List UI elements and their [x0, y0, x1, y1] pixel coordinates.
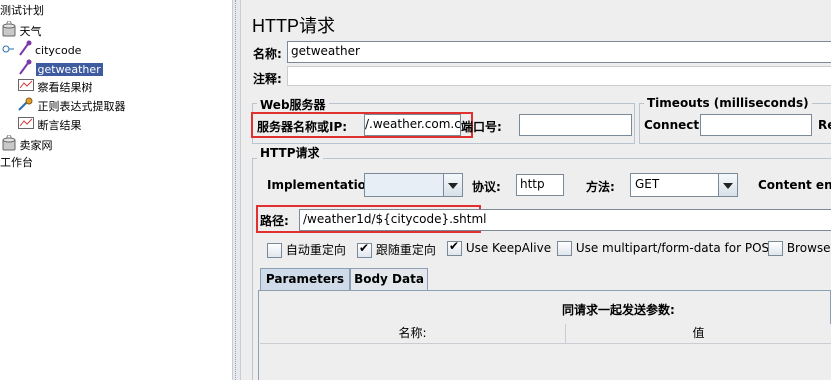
keepalive-checkbox[interactable]	[447, 239, 462, 256]
timeouts-group-title: Timeouts (milliseconds)	[644, 96, 812, 110]
regex-extractor-icon	[18, 97, 34, 117]
connect-timeout-field[interactable]	[700, 114, 812, 136]
tree-item-label: 天气	[19, 25, 42, 38]
tree-item-citycode[interactable]: citycode	[2, 40, 81, 58]
path-label: 路径:	[260, 214, 289, 228]
tree-item-test-plan[interactable]: 测试计划	[0, 2, 44, 20]
web-server-group-title: Web服务器	[257, 96, 329, 113]
column-header-value[interactable]: 值	[566, 324, 831, 344]
port-field[interactable]	[519, 114, 632, 136]
page-title: HTTP请求	[252, 16, 335, 36]
option-keepalive[interactable]: Use KeepAlive	[447, 239, 552, 256]
option-label: Use KeepAlive	[465, 241, 552, 255]
tree-item-label: 正则表达式提取器	[37, 100, 126, 113]
implementation-select[interactable]	[364, 173, 463, 197]
tree-item-assertion-results[interactable]: 断言结果	[18, 116, 82, 134]
tab-parameters[interactable]: Parameters	[260, 268, 350, 291]
comment-label: 注释:	[253, 72, 282, 86]
tree-item-label: 察看结果树	[37, 81, 93, 94]
tree-item-label: 工作台	[0, 156, 33, 169]
tree-item-getweather[interactable]: getweather	[18, 59, 104, 77]
tab-body-data[interactable]: Body Data	[350, 268, 428, 290]
option-label: Browser	[786, 241, 831, 255]
content-encoding-label: Content enco	[758, 178, 831, 192]
tree-item-label-selected: getweather	[34, 62, 104, 77]
name-field[interactable]: getweather	[287, 41, 831, 63]
method-label: 方法:	[586, 180, 615, 194]
follow-redirects-checkbox[interactable]	[357, 241, 372, 258]
option-follow-redirects[interactable]: 跟随重定向	[357, 241, 436, 258]
implementation-label: Implementation:	[267, 178, 380, 192]
params-heading: 同请求一起发送参数:	[562, 303, 675, 317]
tree-item-label: 测试计划	[0, 4, 44, 17]
tree-item-seller-net[interactable]: 卖家网	[2, 134, 53, 153]
server-label: 服务器名称或IP:	[257, 120, 348, 134]
http-request-panel: HTTP请求 名称: getweather 注释: Web服务器 服务器名称或I…	[241, 0, 831, 380]
pane-splitter[interactable]	[232, 0, 241, 380]
option-multipart[interactable]: Use multipart/form-data for POST	[557, 241, 776, 256]
chevron-down-icon[interactable]	[718, 174, 737, 196]
browser-checkbox[interactable]	[768, 241, 783, 256]
comment-field[interactable]	[287, 66, 831, 86]
option-auto-redirect[interactable]: 自动重定向	[267, 241, 346, 258]
connect-label: Connect:	[644, 118, 704, 132]
column-header-name[interactable]: 名称:	[260, 324, 566, 344]
tree-item-label: 卖家网	[19, 139, 53, 152]
auto-redirect-checkbox[interactable]	[267, 243, 282, 258]
option-label: 跟随重定向	[375, 243, 436, 257]
protocol-field[interactable]: http	[516, 174, 564, 196]
name-label: 名称:	[253, 47, 282, 61]
path-field[interactable]: /weather1d/${citycode}.shtml	[299, 209, 831, 231]
method-value: GET	[635, 177, 660, 191]
tree-item-regex-extractor[interactable]: 正则表达式提取器	[18, 97, 126, 115]
test-plan-tree: 测试计划 天气 citycode getweather 察看结果树 正则表达式提…	[0, 0, 232, 380]
chevron-down-icon[interactable]	[443, 174, 462, 196]
option-label: 自动重定向	[285, 243, 346, 257]
http-request-group-title: HTTP请求	[257, 144, 323, 161]
assertion-result-icon	[18, 116, 34, 136]
option-browser[interactable]: Browser	[768, 241, 831, 256]
method-select[interactable]: GET	[630, 173, 738, 197]
option-label: Use multipart/form-data for POST	[575, 241, 777, 255]
tree-item-label: citycode	[35, 44, 82, 57]
params-table-body[interactable]	[260, 344, 831, 380]
protocol-label: 协议:	[472, 180, 501, 194]
tree-item-label: 断言结果	[37, 119, 82, 132]
tree-handle-icon	[2, 42, 14, 60]
tree-item-workbench[interactable]: 工作台	[0, 154, 33, 172]
tree-item-weather[interactable]: 天气	[2, 20, 42, 39]
multipart-checkbox[interactable]	[557, 241, 572, 256]
tree-item-view-results-tree[interactable]: 察看结果树	[18, 78, 93, 96]
port-label: 端口号:	[461, 120, 502, 134]
splitter-grip	[235, 0, 239, 380]
result-tree-icon	[18, 78, 34, 98]
server-field[interactable]: /.weather.com.cn	[364, 114, 461, 136]
response-timeout-label: Re	[818, 118, 831, 132]
